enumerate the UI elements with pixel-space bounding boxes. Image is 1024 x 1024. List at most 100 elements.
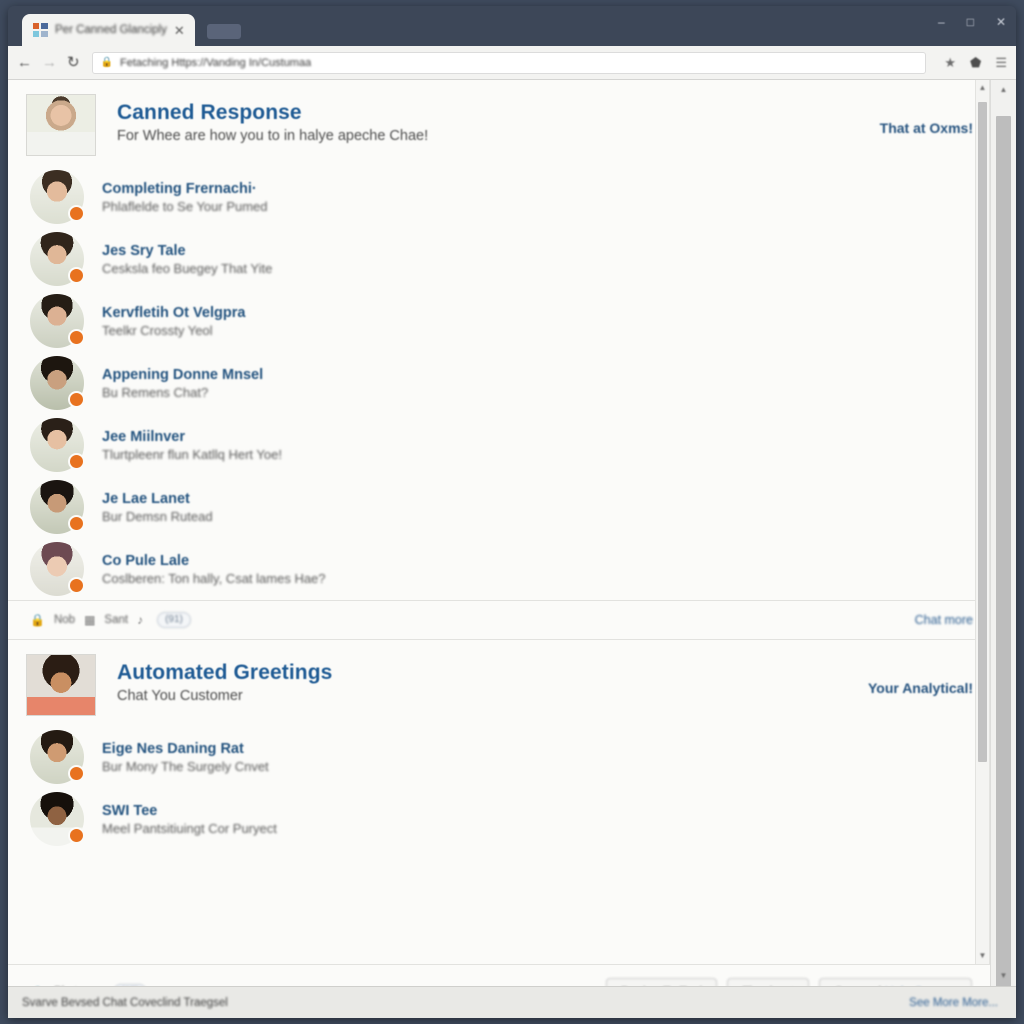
lock-icon: 🔒 <box>100 57 114 68</box>
toolbar-label-sant[interactable]: Sant <box>104 614 128 626</box>
avatar <box>30 418 85 472</box>
page-scrollbar[interactable]: ▲ ▼ <box>990 80 1016 1018</box>
page-scroll-up-arrow-icon[interactable]: ▲ <box>991 82 1016 98</box>
extension-icon[interactable]: ⬟ <box>970 56 981 69</box>
window-controls: – □ ✕ <box>938 16 1006 28</box>
window-close-icon[interactable]: ✕ <box>996 16 1006 28</box>
chat-more-link[interactable]: Chat more <box>915 613 973 627</box>
list-item[interactable]: Kervfletih Ot Velgpra Teelkr Crossty Yeo… <box>8 290 989 352</box>
tab-close-icon[interactable]: ✕ <box>174 24 185 37</box>
tab-favicon-icon <box>33 23 48 37</box>
list-item[interactable]: Eige Nes Daning Rat Bur Mony The Surgely… <box>8 726 989 788</box>
back-icon[interactable]: ← <box>17 55 32 70</box>
list-item-snippet: Bur Demsn Rutead <box>102 508 213 524</box>
status-badge <box>68 329 85 346</box>
list-item-snippet: Teelkr Crossty Yeol <box>102 322 213 338</box>
status-badge <box>68 391 85 408</box>
list-item-text: Eige Nes Daning Rat Bur Mony The Surgely… <box>102 741 973 774</box>
status-bar-text: Svarve Bevsed Chat Coveclind Traegsel <box>22 996 228 1009</box>
list-item[interactable]: SWI Tee Meel Pantsitiuingt Cor Puryect <box>8 788 989 850</box>
app-scroll-region[interactable]: Canned Response For Whee are how you to … <box>8 80 990 964</box>
lock-icon: 🔒 <box>30 613 45 627</box>
list-item-snippet: Tlurtpleenr flun Katllq Hert Yoe! <box>102 446 282 462</box>
list-item-text: Jee Miilnver Tlurtpleenr flun Katllq Her… <box>102 429 973 462</box>
list-item-text: SWI Tee Meel Pantsitiuingt Cor Puryect <box>102 803 973 836</box>
panel-toolbar: 🔒 Nob ▦ Sant ♪ (91) Chat more <box>8 600 989 640</box>
browser-window: Per Canned Glanciply ✕ – □ ✕ ← → ↻ 🔒 Fet… <box>8 6 1016 1018</box>
list-item-snippet: Phlaflelde to Se Your Pumed <box>102 198 268 214</box>
list-item-text: Co Pule Lale Coslberen: Ton hally, Csat … <box>102 553 973 586</box>
list-item-text: Je Lae Lanet Bur Demsn Rutead <box>102 491 973 524</box>
list-item-snippet: Bur Mony The Surgely Cnvet <box>102 758 269 774</box>
status-badge <box>68 453 85 470</box>
browser-menu-icon[interactable]: ☰ <box>995 56 1007 69</box>
list-item-title: Completing Frernachi· <box>102 180 257 197</box>
status-bar: Svarve Bevsed Chat Coveclind Traegsel Se… <box>8 986 1016 1018</box>
status-badge <box>68 515 85 532</box>
status-badge <box>68 267 85 284</box>
list-item[interactable]: Completing Frernachi· Phlaflelde to Se Y… <box>8 166 989 228</box>
list-item-title: Je Lae Lanet <box>102 490 190 507</box>
avatar <box>30 792 85 846</box>
panel-subtitle: For Whee are how you to in halye apeche … <box>117 128 429 144</box>
panel-subtitle: Chat You Customer <box>117 688 243 704</box>
new-tab-button[interactable] <box>206 24 241 39</box>
page-scroll-down-arrow-icon[interactable]: ▼ <box>991 968 1016 984</box>
list-item-title: Jes Sry Tale <box>102 242 186 259</box>
forward-icon[interactable]: → <box>42 55 57 70</box>
panel-canned-response: Canned Response For Whee are how you to … <box>8 80 989 640</box>
list-item-text: Completing Frernachi· Phlaflelde to Se Y… <box>102 181 973 214</box>
sound-icon[interactable]: ♪ <box>137 614 143 626</box>
list-item[interactable]: Appening Donne Mnsel Bu Remens Chat? <box>8 352 989 414</box>
list-item-text: Appening Donne Mnsel Bu Remens Chat? <box>102 367 973 400</box>
panel-automated-greetings: Automated Greetings Chat You Customer Yo… <box>8 640 989 850</box>
scroll-up-arrow-icon[interactable]: ▲ <box>976 80 989 96</box>
panel-title: Automated Greetings <box>117 661 333 684</box>
list-item-snippet: Cesksla feo Buegey That Yite <box>102 260 273 276</box>
window-maximize-icon[interactable]: □ <box>967 16 974 28</box>
inner-scrollbar[interactable]: ▲ ▼ <box>975 80 989 964</box>
tab-title-label: Per Canned Glanciply <box>55 24 167 36</box>
browser-tab-active[interactable]: Per Canned Glanciply ✕ <box>22 14 195 46</box>
panel-header-text: Automated Greetings Chat You Customer <box>117 654 854 704</box>
list-item-snippet: Coslberen: Ton hally, Csat lames Hae? <box>102 570 326 586</box>
bookmark-star-icon[interactable]: ★ <box>944 56 956 69</box>
panel-header: Canned Response For Whee are how you to … <box>8 80 989 166</box>
browser-navigation-bar: ← → ↻ 🔒 Fetaching Https://Vanding In/Cus… <box>8 46 1016 80</box>
avatar <box>30 730 85 784</box>
app-frame: Canned Response For Whee are how you to … <box>8 80 990 1018</box>
panel-header-text: Canned Response For Whee are how you to … <box>117 94 866 144</box>
agent-avatar <box>26 94 96 156</box>
address-bar[interactable]: 🔒 Fetaching Https://Vanding In/Custumaa <box>91 51 927 74</box>
toolbar-label-nob[interactable]: Nob <box>54 614 75 626</box>
list-item-title: SWI Tee <box>102 802 158 819</box>
scroll-down-arrow-icon[interactable]: ▼ <box>976 948 989 964</box>
list-item-text: Jes Sry Tale Cesksla feo Buegey That Yit… <box>102 243 973 276</box>
list-item[interactable]: Jee Miilnver Tlurtpleenr flun Katllq Her… <box>8 414 989 476</box>
avatar <box>30 542 85 596</box>
avatar <box>30 480 85 534</box>
list-item[interactable]: Co Pule Lale Coslberen: Ton hally, Csat … <box>8 538 989 600</box>
panel-header-aside: That at Oxms! <box>879 120 973 136</box>
grid-icon[interactable]: ▦ <box>84 614 95 626</box>
page-scrollbar-thumb[interactable] <box>996 116 1011 996</box>
list-item-title: Jee Miilnver <box>102 428 186 445</box>
status-badge <box>68 765 85 782</box>
list-item[interactable]: Jes Sry Tale Cesksla feo Buegey That Yit… <box>8 228 989 290</box>
window-minimize-icon[interactable]: – <box>938 16 945 28</box>
avatar <box>30 232 85 286</box>
list-item-text: Kervfletih Ot Velgpra Teelkr Crossty Yeo… <box>102 305 973 338</box>
list-item[interactable]: Je Lae Lanet Bur Demsn Rutead <box>8 476 989 538</box>
toolbar-count-badge: (91) <box>157 612 191 628</box>
panel-title: Canned Response <box>117 101 302 124</box>
status-badge <box>68 577 85 594</box>
browser-title-bar: Per Canned Glanciply ✕ – □ ✕ <box>8 6 1016 46</box>
list-item-title: Co Pule Lale <box>102 552 190 569</box>
inner-scrollbar-thumb[interactable] <box>978 102 987 762</box>
address-bar-url: Fetaching Https://Vanding In/Custumaa <box>120 56 312 69</box>
list-item-title: Kervfletih Ot Velgpra <box>102 304 246 321</box>
tab-strip: Per Canned Glanciply ✕ <box>22 12 241 46</box>
avatar <box>30 356 85 410</box>
status-bar-link[interactable]: See More More... <box>909 997 998 1009</box>
reload-icon[interactable]: ↻ <box>67 55 80 70</box>
